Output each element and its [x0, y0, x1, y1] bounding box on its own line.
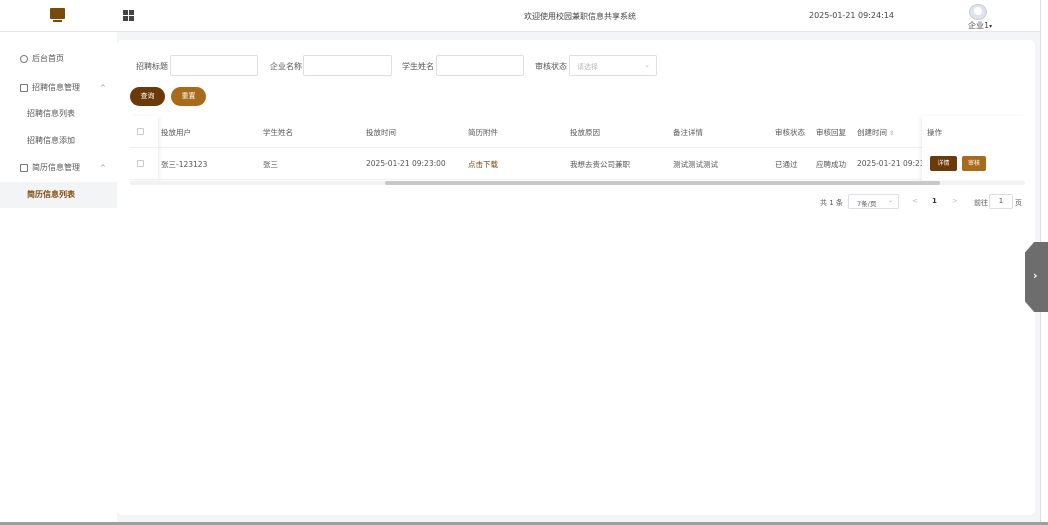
cell-reply: 应聘成功: [816, 160, 846, 169]
detail-button[interactable]: 详情: [930, 156, 957, 171]
chevron-right-icon: ›: [1033, 269, 1038, 282]
top-header: 欢迎使用校园兼职信息共享系统 2025-01-21 09:24:14 企业1▾: [0, 0, 1040, 32]
sidebar-item-resume-list[interactable]: 简历信息列表: [0, 182, 117, 208]
sidebar-item-recruit-add[interactable]: 招聘信息添加: [0, 128, 117, 154]
user-avatar[interactable]: [969, 4, 987, 20]
student-label: 学生姓名: [402, 62, 434, 71]
goto-label: 前往: [974, 199, 988, 207]
sidebar-item-label: 简历信息管理: [32, 163, 80, 172]
content-card: 招聘标题 企业名称 学生姓名 审核状态 请选择 ⌄ 查询 重置 投放用户 学生姓…: [117, 40, 1035, 515]
cell-reason: 我想去贵公司兼职: [570, 160, 630, 169]
company-label: 企业名称: [270, 62, 302, 71]
audit-button[interactable]: 审核: [962, 156, 986, 171]
chevron-up-icon: ^: [100, 84, 106, 92]
column-header: 学生姓名: [263, 128, 293, 137]
sort-icon[interactable]: ⇕: [889, 130, 894, 137]
goto-page-input[interactable]: 1: [989, 194, 1013, 209]
system-title: 欢迎使用校园兼职信息共享系统: [524, 12, 636, 21]
cell-user: 张三-123123: [161, 160, 208, 169]
sidebar-item-home[interactable]: 后台首页: [0, 46, 117, 72]
user-menu[interactable]: 企业1▾: [968, 20, 992, 31]
cell-student: 张三: [263, 160, 278, 169]
column-header: 审核状态: [775, 128, 805, 137]
page-size-value: 7条/页: [857, 200, 877, 208]
current-page[interactable]: 1: [932, 197, 937, 205]
sidebar-item-recruit-list[interactable]: 招聘信息列表: [0, 101, 117, 127]
reset-button[interactable]: 重置: [171, 87, 206, 106]
chevron-up-icon: ^: [100, 164, 106, 172]
page-size-select[interactable]: 7条/页 ⌄: [848, 194, 899, 209]
resume-table: 投放用户 学生姓名 投放时间 简历附件 投放原因 备注详情 审核状态 审核回复 …: [130, 116, 1025, 188]
scrollbar-thumb[interactable]: [385, 181, 940, 185]
column-header: 投放时间: [366, 128, 396, 137]
sidebar: 后台首页 招聘信息管理 ^ 招聘信息列表 招聘信息添加 简历信息管理 ^ 简历信…: [0, 32, 117, 522]
cell-remark: 测试测试测试: [673, 160, 718, 169]
status-label: 审核状态: [535, 62, 567, 71]
column-header: 简历附件: [468, 128, 498, 137]
prev-page-icon[interactable]: <: [912, 197, 918, 205]
column-header: 操作: [927, 128, 942, 137]
clock-icon: [20, 55, 28, 63]
column-header: 投放用户: [161, 128, 191, 137]
column-header: 投放原因: [570, 128, 600, 137]
status-placeholder: 请选择: [577, 63, 598, 71]
title-input[interactable]: [170, 55, 258, 76]
caret-down-icon: ▾: [989, 23, 993, 30]
sidebar-item-label: 招聘信息列表: [27, 109, 75, 118]
fixed-actions-column: 操作 详情 审核: [922, 116, 1025, 180]
column-header: 审核回复: [816, 128, 846, 137]
horizontal-scrollbar[interactable]: [130, 181, 1025, 185]
cell-time: 2025-01-21 09:23:00: [366, 159, 446, 168]
title-label: 招聘标题: [136, 62, 168, 71]
row-checkbox[interactable]: [137, 160, 144, 167]
next-page-icon[interactable]: >: [952, 197, 958, 205]
sidebar-item-resume-manage[interactable]: 简历信息管理 ^: [0, 155, 117, 181]
chevron-down-icon: ⌄: [887, 197, 893, 204]
query-button[interactable]: 查询: [130, 87, 165, 106]
column-header: 备注详情: [673, 128, 703, 137]
column-header-sortable[interactable]: 创建时间 ⇕: [857, 127, 894, 138]
fixed-checkbox-column: [130, 116, 158, 180]
sidebar-item-label: 后台首页: [32, 54, 64, 63]
box-icon: [20, 84, 28, 92]
sidebar-item-recruit-manage[interactable]: 招聘信息管理 ^: [0, 75, 117, 101]
download-link[interactable]: 点击下载: [468, 159, 498, 170]
sidebar-item-label: 简历信息列表: [27, 190, 75, 199]
select-all-checkbox[interactable]: [137, 128, 144, 135]
box-icon: [20, 164, 28, 172]
sidebar-item-label: 招聘信息添加: [27, 136, 75, 145]
goto-suffix: 页: [1015, 199, 1022, 207]
menu-grid-icon[interactable]: [123, 10, 134, 21]
divider: [130, 179, 1025, 180]
student-input[interactable]: [436, 55, 524, 76]
user-name: 企业1: [968, 21, 990, 30]
chevron-down-icon: ⌄: [644, 61, 650, 69]
cell-status: 已通过: [775, 160, 798, 169]
total-count: 共 1 条: [820, 199, 843, 207]
drawer-toggle[interactable]: ›: [1025, 242, 1048, 312]
monitor-logo-icon: [50, 8, 66, 24]
sidebar-item-label: 招聘信息管理: [32, 83, 80, 92]
status-select[interactable]: 请选择 ⌄: [569, 55, 657, 76]
company-input[interactable]: [303, 55, 392, 76]
current-time: 2025-01-21 09:24:14: [809, 11, 894, 20]
column-header-label: 创建时间: [857, 128, 887, 137]
divider: [130, 147, 1025, 148]
